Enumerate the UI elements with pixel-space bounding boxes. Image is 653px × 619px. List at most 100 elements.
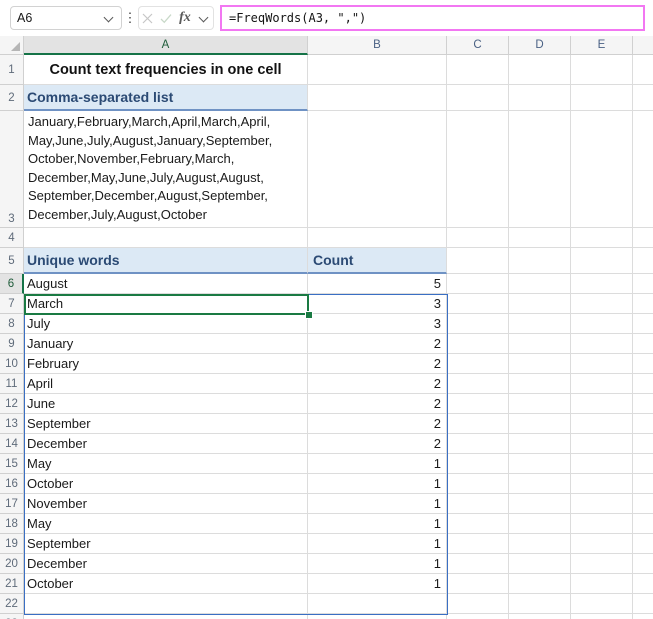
- cell-f19[interactable]: [633, 534, 653, 554]
- cell-c12[interactable]: [447, 394, 509, 414]
- cell-c9[interactable]: [447, 334, 509, 354]
- cell-e3[interactable]: [571, 111, 633, 228]
- cell-a14-word[interactable]: December: [24, 434, 308, 454]
- cell-d1[interactable]: [509, 55, 571, 85]
- cell-c3[interactable]: [447, 111, 509, 228]
- cell-f7[interactable]: [633, 294, 653, 314]
- cell-c1[interactable]: [447, 55, 509, 85]
- cell-b2[interactable]: [308, 85, 447, 111]
- cell-a2-section-header[interactable]: Comma-separated list: [24, 85, 308, 111]
- cell-b1[interactable]: [308, 55, 447, 85]
- cell-d22[interactable]: [509, 594, 571, 614]
- column-header-b[interactable]: B: [308, 36, 447, 55]
- cell-f8[interactable]: [633, 314, 653, 334]
- cell-a15-word[interactable]: May: [24, 454, 308, 474]
- select-all-corner[interactable]: [0, 36, 24, 55]
- cell-f22[interactable]: [633, 594, 653, 614]
- cell-a11-word[interactable]: April: [24, 374, 308, 394]
- cell-b16-count[interactable]: 1: [308, 474, 447, 494]
- cell-b21-count[interactable]: 1: [308, 574, 447, 594]
- cell-b13-count[interactable]: 2: [308, 414, 447, 434]
- cell-b7-count[interactable]: 3: [308, 294, 447, 314]
- cell-c4[interactable]: [447, 228, 509, 248]
- cell-d15[interactable]: [509, 454, 571, 474]
- cell-d23[interactable]: [509, 614, 571, 619]
- cell-e4[interactable]: [571, 228, 633, 248]
- cell-a3-source-text[interactable]: January,February,March,April,March,April…: [24, 111, 308, 228]
- cell-a13-word[interactable]: September: [24, 414, 308, 434]
- cell-d7[interactable]: [509, 294, 571, 314]
- cell-f9[interactable]: [633, 334, 653, 354]
- cell-d13[interactable]: [509, 414, 571, 434]
- cell-e7[interactable]: [571, 294, 633, 314]
- row-header-2[interactable]: 2: [0, 85, 24, 111]
- cell-a23[interactable]: [24, 614, 308, 619]
- row-header-19[interactable]: 19: [0, 534, 24, 554]
- cell-a7-word[interactable]: March: [24, 294, 308, 314]
- row-header-4[interactable]: 4: [0, 228, 24, 248]
- cell-b23[interactable]: [308, 614, 447, 619]
- cell-d17[interactable]: [509, 494, 571, 514]
- fx-insert-function-icon[interactable]: fx: [179, 11, 191, 25]
- cell-c22[interactable]: [447, 594, 509, 614]
- chevron-down-icon[interactable]: [103, 12, 115, 24]
- cell-a10-word[interactable]: February: [24, 354, 308, 374]
- cell-f13[interactable]: [633, 414, 653, 434]
- cell-e16[interactable]: [571, 474, 633, 494]
- spreadsheet-grid[interactable]: A B C D E F 1 Count text frequencies in …: [0, 36, 653, 619]
- cancel-x-icon[interactable]: [142, 13, 153, 24]
- row-header-5[interactable]: 5: [0, 248, 24, 274]
- cell-e9[interactable]: [571, 334, 633, 354]
- cell-a1-title[interactable]: Count text frequencies in one cell: [24, 55, 308, 85]
- cell-a21-word[interactable]: October: [24, 574, 308, 594]
- cell-e6[interactable]: [571, 274, 633, 294]
- cell-d21[interactable]: [509, 574, 571, 594]
- cell-a18-word[interactable]: May: [24, 514, 308, 534]
- cell-f23[interactable]: [633, 614, 653, 619]
- cell-d3[interactable]: [509, 111, 571, 228]
- cell-b15-count[interactable]: 1: [308, 454, 447, 474]
- cell-c23[interactable]: [447, 614, 509, 619]
- cell-f10[interactable]: [633, 354, 653, 374]
- cell-a4[interactable]: [24, 228, 308, 248]
- cell-f6[interactable]: [633, 274, 653, 294]
- cell-c16[interactable]: [447, 474, 509, 494]
- row-header-23[interactable]: 23: [0, 614, 24, 619]
- cell-c5[interactable]: [447, 248, 509, 274]
- column-header-f[interactable]: F: [633, 36, 653, 55]
- formula-input[interactable]: =FreqWords(A3, ","): [220, 5, 645, 31]
- cell-c10[interactable]: [447, 354, 509, 374]
- row-header-7[interactable]: 7: [0, 294, 24, 314]
- cell-e10[interactable]: [571, 354, 633, 374]
- cell-f12[interactable]: [633, 394, 653, 414]
- cell-c20[interactable]: [447, 554, 509, 574]
- column-header-e[interactable]: E: [571, 36, 633, 55]
- cell-d12[interactable]: [509, 394, 571, 414]
- cell-c18[interactable]: [447, 514, 509, 534]
- cell-b4[interactable]: [308, 228, 447, 248]
- cell-b17-count[interactable]: 1: [308, 494, 447, 514]
- cell-b5-count-header[interactable]: Count: [308, 248, 447, 274]
- cell-d16[interactable]: [509, 474, 571, 494]
- cell-c19[interactable]: [447, 534, 509, 554]
- row-header-22[interactable]: 22: [0, 594, 24, 614]
- cell-b9-count[interactable]: 2: [308, 334, 447, 354]
- cell-f17[interactable]: [633, 494, 653, 514]
- cell-a22[interactable]: [24, 594, 308, 614]
- chevron-down-icon[interactable]: [198, 12, 210, 24]
- cell-e17[interactable]: [571, 494, 633, 514]
- cell-e19[interactable]: [571, 534, 633, 554]
- cell-c8[interactable]: [447, 314, 509, 334]
- confirm-check-icon[interactable]: [160, 13, 172, 24]
- cell-a6-word[interactable]: August: [24, 274, 308, 294]
- formula-bar-options-icon[interactable]: ⋮: [123, 11, 137, 24]
- cell-e12[interactable]: [571, 394, 633, 414]
- cell-d10[interactable]: [509, 354, 571, 374]
- cell-d2[interactable]: [509, 85, 571, 111]
- cell-e1[interactable]: [571, 55, 633, 85]
- cell-d8[interactable]: [509, 314, 571, 334]
- row-header-15[interactable]: 15: [0, 454, 24, 474]
- cell-a8-word[interactable]: July: [24, 314, 308, 334]
- cell-a9-word[interactable]: January: [24, 334, 308, 354]
- cell-b14-count[interactable]: 2: [308, 434, 447, 454]
